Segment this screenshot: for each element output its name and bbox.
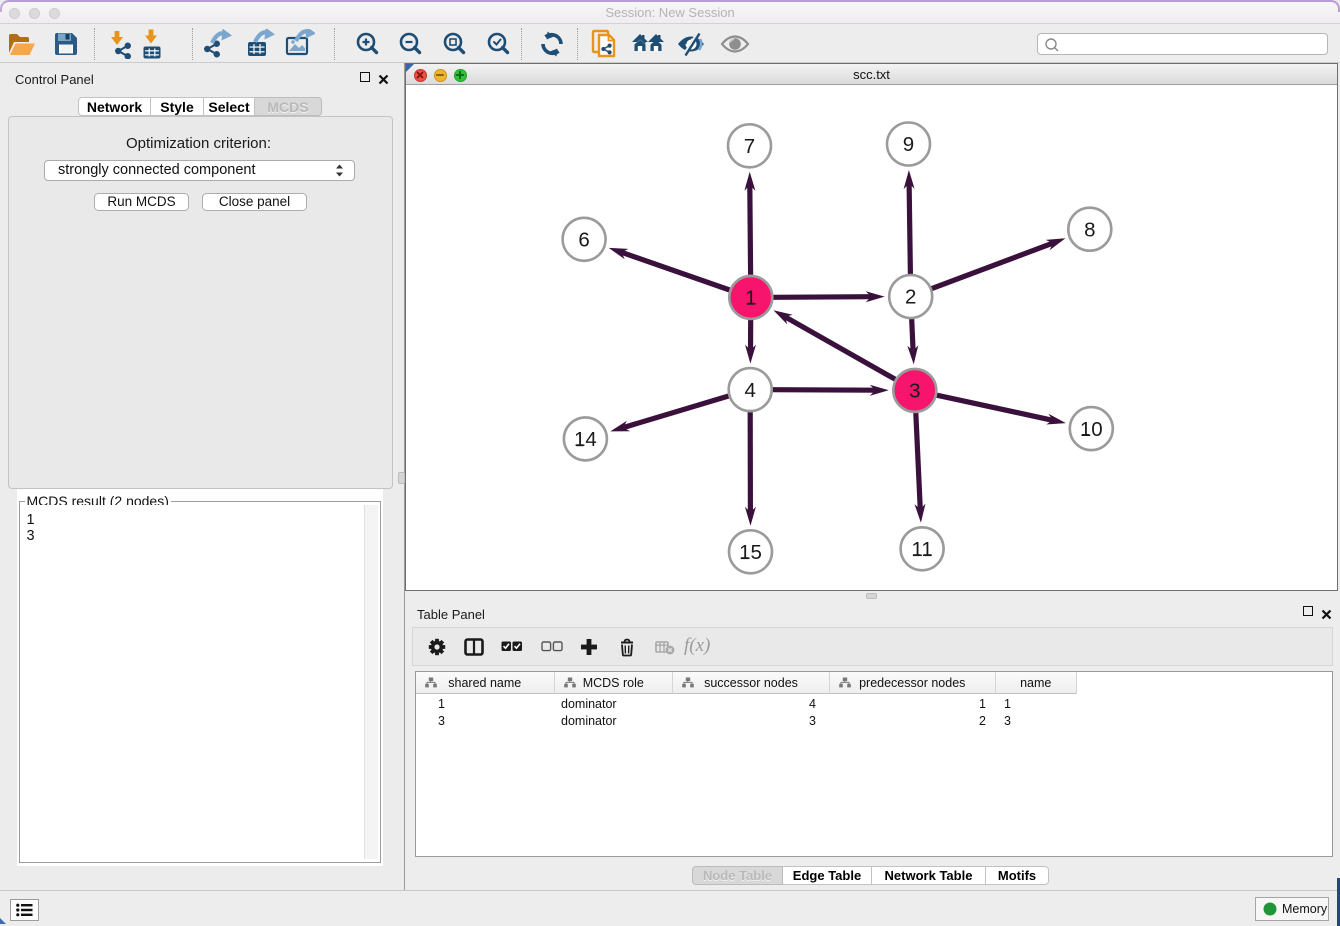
svg-text:7: 7 [744, 135, 755, 158]
svg-text:3: 3 [909, 380, 920, 403]
svg-text:11: 11 [911, 538, 932, 561]
svg-text:2: 2 [905, 286, 916, 309]
svg-text:10: 10 [1080, 418, 1103, 441]
svg-text:4: 4 [744, 379, 755, 402]
svg-text:9: 9 [903, 133, 914, 156]
svg-text:14: 14 [574, 428, 597, 451]
svg-text:6: 6 [578, 229, 589, 252]
svg-text:1: 1 [745, 287, 756, 310]
svg-text:15: 15 [739, 541, 762, 564]
svg-text:8: 8 [1084, 218, 1095, 241]
